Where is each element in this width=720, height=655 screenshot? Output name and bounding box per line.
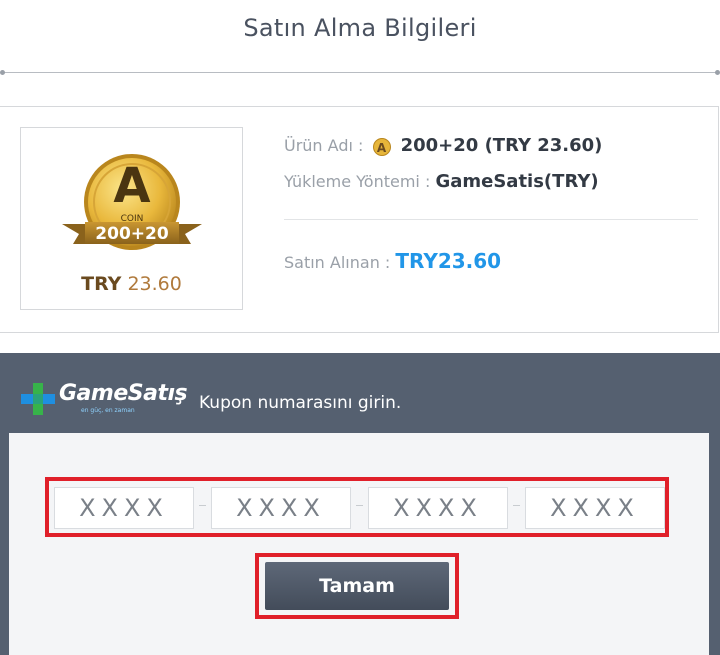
plus-logo-icon [21,383,55,415]
input-separator [513,505,520,506]
submit-button[interactable]: Tamam [265,562,449,610]
product-name-row: Ürün Adı : A 200+20 (TRY 23.60) [284,135,602,156]
coupon-input-1[interactable] [54,487,194,529]
coin-letter: A [113,158,151,214]
input-separator [356,505,363,506]
product-name-label: Ürün Adı : [284,136,364,155]
gamesatis-logo: GameSatış en güç, en zaman [21,381,188,419]
page-title: Satın Alma Bilgileri [243,14,477,42]
input-separator [199,505,206,506]
coin-word: COIN [120,214,144,224]
payment-method-value: GameSatis(TRY) [435,171,599,192]
divider-dot-right [715,70,720,75]
coupon-prompt: Kupon numarasını girin. [199,393,402,413]
page-header: Satın Alma Bilgileri [0,0,720,75]
coupon-input-3[interactable] [368,487,508,529]
product-name-value: 200+20 (TRY 23.60) [400,135,603,156]
logo-text: GameSatış [59,381,188,406]
price-value: 23.60 [127,273,182,295]
submit-button-highlight: Tamam [255,553,459,619]
coin-icon: A [372,137,391,156]
coupon-input-4[interactable] [525,487,665,529]
thumbnail-price: TRY 23.60 [21,273,242,295]
coin-ribbon-amount: 200+20 [95,224,169,244]
product-info-box: A COIN 200+20 TRY 23.60 Ürün Adı : A 200… [0,106,719,333]
coupon-entry-area: Tamam [9,433,709,655]
purchased-row: Satın Alınan : TRY23.60 [284,249,501,273]
purchased-value: TRY23.60 [395,249,502,273]
price-currency: TRY [81,273,122,295]
info-divider [284,219,698,220]
coupon-code-group [45,477,669,537]
product-thumbnail: A COIN 200+20 TRY 23.60 [20,127,243,310]
header-divider [2,72,718,73]
payment-method-label: Yükleme Yöntemi : [284,172,431,191]
divider-dot-left [0,70,5,75]
logo-tagline: en güç, en zaman [81,407,135,414]
coupon-input-2[interactable] [211,487,351,529]
coupon-panel: GameSatış en güç, en zaman Kupon numaras… [0,353,720,655]
purchased-label: Satın Alınan : [284,253,391,272]
payment-method-row: Yükleme Yöntemi : GameSatis(TRY) [284,171,599,192]
